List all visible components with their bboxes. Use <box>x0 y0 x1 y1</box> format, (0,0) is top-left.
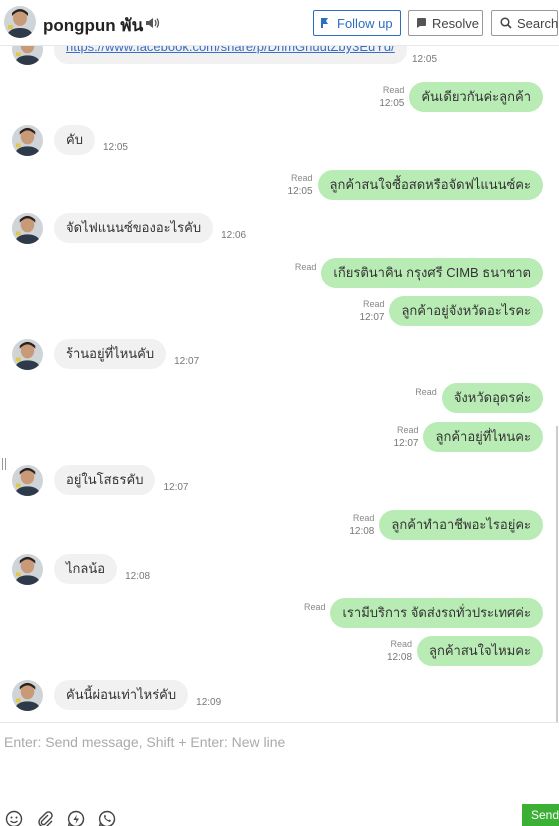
incoming-message: ไกลน้อ 12:08 <box>12 553 150 585</box>
avatar <box>12 125 43 156</box>
outgoing-message: Read 12:08 ลูกค้าสนใจไหมคะ <box>387 636 543 666</box>
message-bubble[interactable]: ไกลน้อ <box>54 554 118 584</box>
avatar <box>12 339 43 370</box>
message-bubble[interactable]: เรามีบริการ จัดส่งรถทั่วประเทศค่ะ <box>330 598 543 628</box>
contact-avatar[interactable] <box>4 6 36 38</box>
read-status: Read <box>294 261 317 272</box>
outgoing-message: Read เรามีบริการ จัดส่งรถทั่วประเทศค่ะ <box>304 598 543 628</box>
message-list[interactable]: https://www.facebook.com/share/p/DhmGhuu… <box>0 46 559 722</box>
message-meta: Read 12:05 <box>379 84 404 110</box>
read-status: Read <box>382 85 405 95</box>
incoming-message: อยู่ในโสธรคับ 12:07 <box>12 464 188 496</box>
avatar <box>12 465 43 496</box>
message-time: 12:07 <box>393 438 419 449</box>
resize-handle[interactable] <box>2 458 6 470</box>
message-meta: Read 12:05 <box>288 172 313 198</box>
contact-name: pongpun พัน <box>43 16 144 35</box>
message-bubble[interactable]: จังหวัดอุดรค่ะ <box>441 383 543 413</box>
follow-up-icon <box>321 18 328 28</box>
message-time: 12:09 <box>196 696 222 708</box>
read-status: Read <box>390 639 413 649</box>
message-bubble[interactable]: คันนี้ผ่อนเท่าไหร่คับ <box>54 680 189 710</box>
message-bubble[interactable]: จัดไฟแนนซ์ของอะไรคับ <box>54 213 214 243</box>
message-bubble[interactable]: ร้านอยู่ที่ไหนคับ <box>54 339 167 369</box>
composer: Enter: Send message, Shift + Enter: New … <box>0 722 559 826</box>
outgoing-message: Read 12:08 ลูกค้าทำอาชีพอะไรอยู่คะ <box>349 510 543 540</box>
message-meta: Read 12:08 <box>387 638 412 664</box>
message-time: 12:05 <box>102 141 128 153</box>
avatar <box>12 554 43 585</box>
whatsapp-icon[interactable] <box>98 810 116 826</box>
outgoing-message: Read 12:07 ลูกค้าอยู่ที่ไหนคะ <box>393 422 543 452</box>
read-status: Read <box>352 513 375 523</box>
message-time: 12:08 <box>386 652 413 663</box>
read-status: Read <box>415 386 437 397</box>
read-status: Read <box>362 299 385 309</box>
follow-up-button[interactable]: Follow up <box>313 10 401 36</box>
message-bubble[interactable]: อยู่ในโสธรคับ <box>54 465 156 495</box>
link-message[interactable]: https://www.facebook.com/share/p/DhmGhuu… <box>54 46 407 64</box>
scrollbar[interactable] <box>556 426 558 722</box>
message-bubble[interactable]: คันเดียวกันค่ะลูกค้า <box>409 82 543 112</box>
message-time: 12:05 <box>287 186 313 197</box>
read-status: Read <box>303 601 326 612</box>
message-meta: Read 12:07 <box>359 298 384 324</box>
message-meta: Read <box>415 386 437 399</box>
message-bubble[interactable]: ลูกค้าอยู่ที่ไหนคะ <box>423 422 543 452</box>
incoming-message: คับ 12:05 <box>12 124 128 156</box>
avatar <box>12 213 43 244</box>
outgoing-message: Read 12:07 ลูกค้าอยู่จังหวัดอะไรคะ <box>359 296 543 326</box>
message-time: 12:08 <box>349 526 375 537</box>
follow-up-label: Follow up <box>337 15 393 31</box>
send-button[interactable]: Send <box>522 804 559 826</box>
message-bubble[interactable]: เกียรตินาคิน กรุงศรี CIMB ธนาชาต <box>321 258 543 288</box>
emoji-icon[interactable] <box>5 810 23 826</box>
resolve-label: Resolve <box>432 15 479 31</box>
avatar <box>12 46 43 65</box>
message-input[interactable]: Enter: Send message, Shift + Enter: New … <box>4 734 285 750</box>
message-time: 12:07 <box>359 312 385 323</box>
search-label: Search <box>517 15 559 31</box>
message-time: 12:05 <box>379 98 405 109</box>
search-icon <box>500 17 512 29</box>
incoming-message: ร้านอยู่ที่ไหนคับ 12:07 <box>12 338 199 370</box>
message-bubble[interactable]: ลูกค้าสนใจไหมคะ <box>417 636 543 666</box>
message-bubble[interactable]: ลูกค้าอยู่จังหวัดอะไรคะ <box>389 296 543 326</box>
message-time: 12:07 <box>163 481 189 493</box>
message-bubble[interactable]: ลูกค้าทำอาชีพอะไรอยู่คะ <box>379 510 543 540</box>
incoming-message: คันนี้ผ่อนเท่าไหร่คับ 12:09 <box>12 679 221 711</box>
message-time: 12:07 <box>174 355 200 367</box>
message-meta: Read <box>304 601 326 614</box>
incoming-message: จัดไฟแนนซ์ของอะไรคับ 12:06 <box>12 212 246 244</box>
quick-reply-icon[interactable] <box>67 810 85 826</box>
read-status: Read <box>396 425 419 435</box>
message-meta: Read 12:07 <box>393 424 418 450</box>
chat-header: pongpun พัน Follow up Resolve Search <box>0 0 559 46</box>
message-meta: Read 12:08 <box>349 512 374 538</box>
message-time: 12:05 <box>412 54 438 65</box>
outgoing-message: Read เกียรตินาคิน กรุงศรี CIMB ธนาชาต <box>295 258 543 288</box>
outgoing-message: Read 12:05 คันเดียวกันค่ะลูกค้า <box>379 82 543 112</box>
speaker-icon[interactable] <box>144 15 160 31</box>
resolve-button[interactable]: Resolve <box>408 10 483 36</box>
avatar <box>12 680 43 711</box>
search-button[interactable]: Search <box>491 10 558 36</box>
message-bubble[interactable]: คับ <box>54 125 95 155</box>
read-status: Read <box>291 173 313 183</box>
message-bubble[interactable]: ลูกค้าสนใจซื้อสดหรือจัดฟไแนนซ์คะ <box>317 170 543 200</box>
outgoing-message: Read 12:05 ลูกค้าสนใจซื้อสดหรือจัดฟไแนนซ์… <box>288 170 543 200</box>
message-meta: Read <box>295 261 317 274</box>
resolve-icon <box>417 18 426 28</box>
attachment-icon[interactable] <box>36 810 54 826</box>
composer-toolbar <box>5 810 116 826</box>
message-time: 12:06 <box>221 229 247 241</box>
message-time: 12:08 <box>125 570 151 582</box>
outgoing-message: Read จังหวัดอุดรค่ะ <box>415 383 543 413</box>
